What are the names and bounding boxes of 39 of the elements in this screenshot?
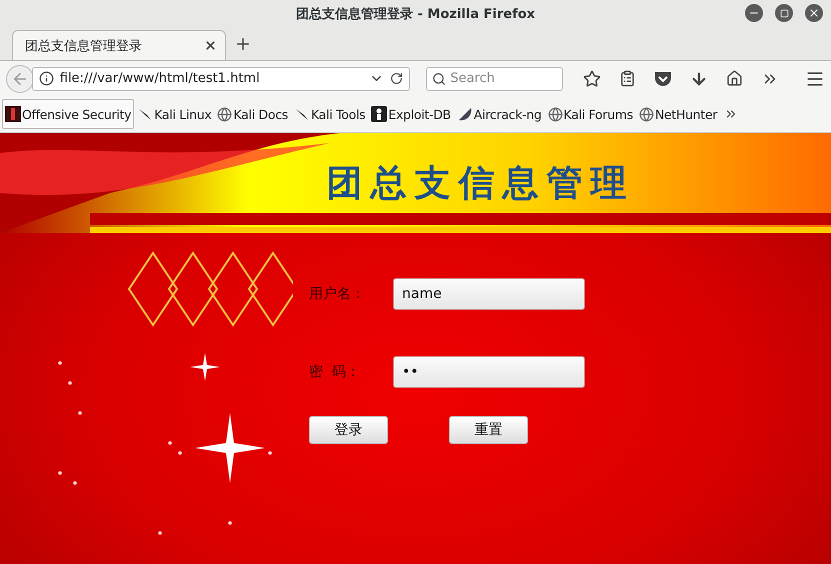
- browser-tab[interactable]: 团总支信息管理登录: [12, 30, 226, 60]
- address-bar[interactable]: file:///var/www/html/test1.html: [32, 66, 410, 90]
- offsec-logo-icon: [5, 106, 21, 122]
- reset-button[interactable]: 重置: [449, 416, 528, 444]
- search-icon: [432, 72, 446, 86]
- maximize-button[interactable]: [775, 4, 793, 22]
- reload-icon[interactable]: [390, 72, 404, 85]
- username-field[interactable]: name: [393, 278, 585, 310]
- back-button[interactable]: [6, 64, 34, 92]
- bookmark-item[interactable]: Kali Forums: [544, 99, 636, 129]
- close-icon: [808, 7, 820, 19]
- bookmark-item[interactable]: Kali Docs: [214, 99, 291, 129]
- field-label: 用户名：: [309, 285, 366, 303]
- home-icon[interactable]: [726, 70, 743, 87]
- bookmark-item[interactable]: NetHunter: [636, 99, 720, 129]
- globe-icon: [548, 106, 563, 122]
- exploit-db-icon: [371, 106, 388, 122]
- banner-title: 团总支信息管理: [326, 161, 634, 206]
- globe-icon: [638, 106, 654, 122]
- download-icon[interactable]: [690, 70, 708, 88]
- bookmark-item[interactable]: Kali Linux: [134, 99, 214, 129]
- minimize-button[interactable]: [745, 4, 763, 22]
- bookmark-item[interactable]: Kali Tools: [291, 99, 368, 129]
- globe-icon: [217, 106, 232, 122]
- star-icon[interactable]: [583, 70, 601, 88]
- info-icon[interactable]: [38, 71, 54, 86]
- search-field[interactable]: Search: [426, 66, 563, 90]
- bookmark-item[interactable]: Exploit-DB: [368, 99, 454, 129]
- close-button[interactable]: [805, 4, 823, 22]
- pocket-icon[interactable]: [654, 70, 672, 86]
- bookmark-item[interactable]: Offensive Security: [2, 99, 134, 129]
- password-field[interactable]: ••: [393, 356, 585, 388]
- window-title: 团总支信息管理登录 - Mozilla Firefox: [296, 6, 536, 22]
- field-label: 密 码：: [309, 363, 361, 381]
- reading-list-icon[interactable]: [619, 70, 636, 87]
- close-tab-icon[interactable]: [204, 39, 217, 52]
- bookmark-item[interactable]: Aircrack-ng: [454, 99, 545, 129]
- login-button[interactable]: 登录: [309, 416, 388, 444]
- maximize-icon: [780, 8, 788, 18]
